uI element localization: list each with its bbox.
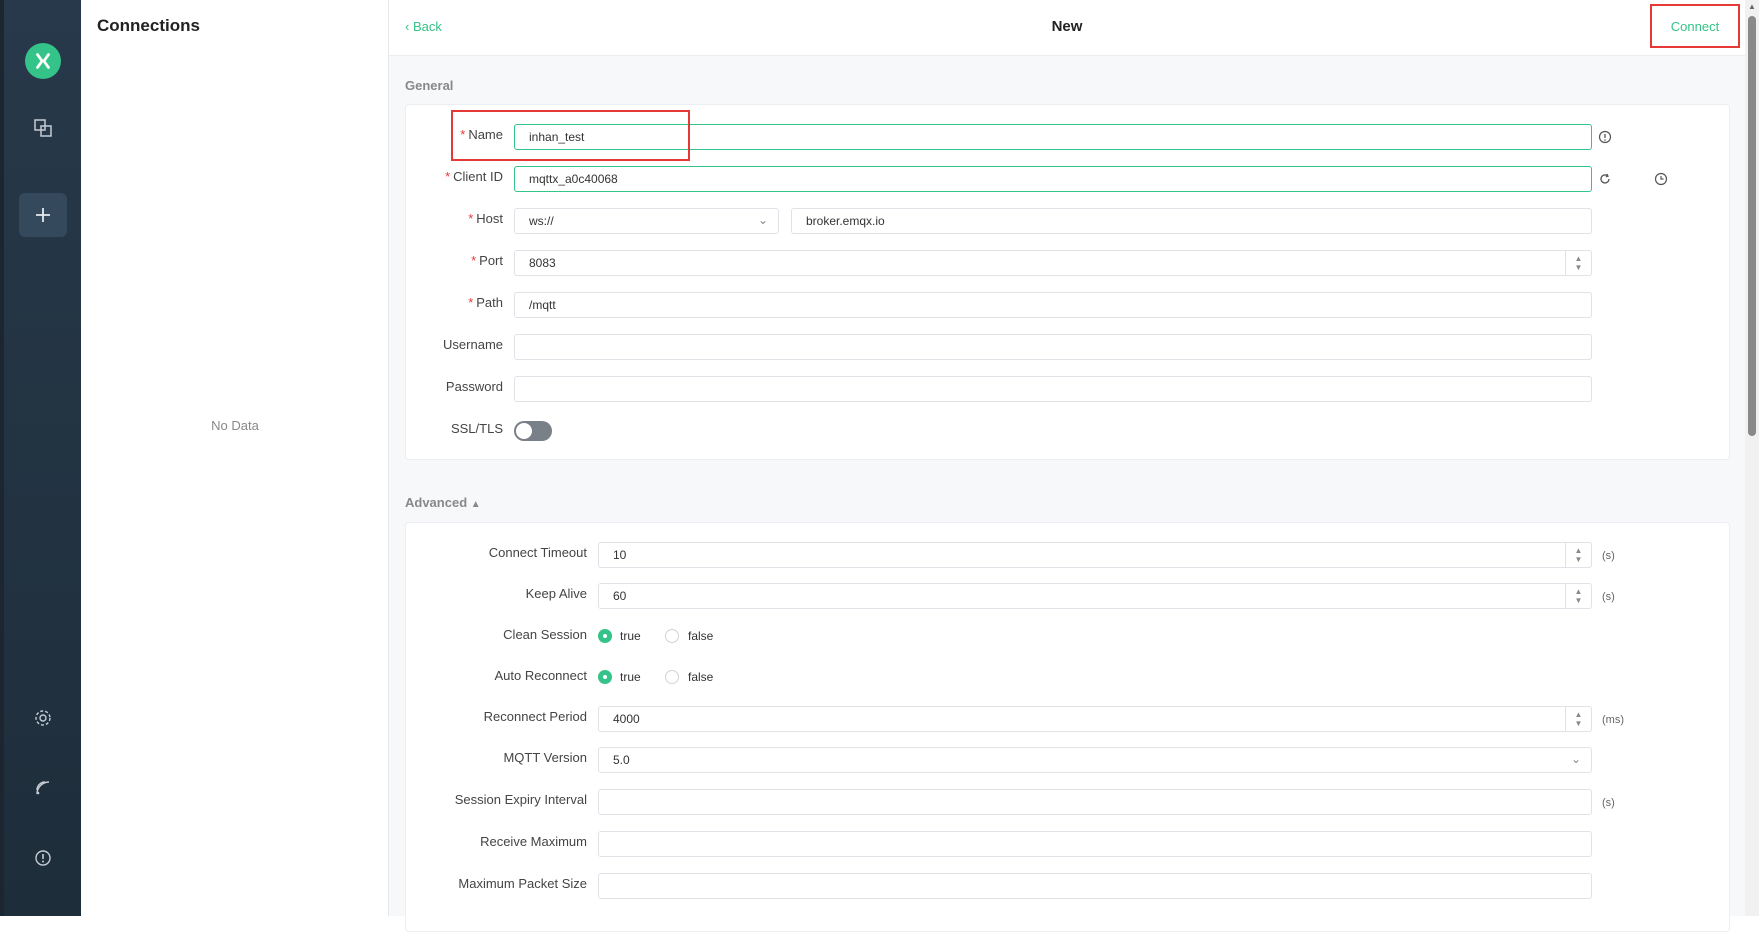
max-packet-size-label: Maximum Packet Size [458, 876, 587, 891]
username-input[interactable] [514, 334, 1592, 360]
password-input[interactable] [514, 376, 1592, 402]
password-label: Password [445, 379, 503, 394]
logo-icon[interactable] [25, 43, 61, 79]
connect-button[interactable]: Connect [1650, 4, 1740, 48]
max-packet-size-input[interactable] [598, 873, 1592, 899]
auto-reconnect-false-label: false [688, 670, 714, 684]
connections-panel: Connections No Data [81, 0, 389, 916]
form-header: ‹ Back New Connect [389, 0, 1745, 56]
general-card: * Name inhan_test * Client ID mqttx_a0c400… [405, 104, 1730, 460]
scrollbar-thumb[interactable] [1748, 16, 1756, 436]
connect-timeout-label: Connect Timeout [488, 545, 587, 560]
port-input[interactable]: 8083 ▲ ▼ [514, 250, 1592, 276]
chevron-down-icon: ⌄ [757, 213, 768, 227]
caret-up-icon: ▲ [470, 499, 481, 510]
host-input[interactable]: broker.emqx.io [791, 208, 1592, 234]
chevron-down-icon: ⌄ [1570, 752, 1581, 766]
scrollbar[interactable]: ▲ [1745, 0, 1759, 916]
auto-reconnect-true-label: true [620, 670, 641, 684]
receive-maximum-label: Receive Maximum [480, 834, 587, 849]
info-icon[interactable] [1597, 129, 1613, 145]
icon-sidebar [4, 0, 81, 916]
scroll-up-icon[interactable]: ▲ [1748, 2, 1756, 11]
client-id-label: * Client ID [445, 169, 503, 184]
path-input[interactable]: /mqtt [514, 292, 1592, 318]
connect-timeout-unit: (s) [1602, 550, 1615, 562]
advanced-section-label[interactable]: Advanced ▲ [405, 495, 481, 510]
username-label: Username [443, 337, 503, 352]
empty-state-text: No Data [211, 418, 259, 433]
connect-timeout-input[interactable]: 10 ▲ ▼ [598, 542, 1592, 568]
reconnect-period-stepper[interactable]: ▲ ▼ [1565, 707, 1591, 731]
clock-icon[interactable] [1653, 171, 1669, 187]
receive-maximum-input[interactable] [598, 831, 1592, 857]
reconnect-period-input[interactable]: 4000 ▲ ▼ [598, 706, 1592, 732]
ssl-label: SSL/TLS [450, 421, 503, 436]
session-expiry-input[interactable] [598, 789, 1592, 815]
keep-alive-input[interactable]: 60 ▲ ▼ [598, 583, 1592, 609]
auto-reconnect-label: Auto Reconnect [494, 668, 587, 683]
name-input[interactable]: inhan_test [514, 124, 1592, 150]
connection-form: ‹ Back New Connect General * Name inhan_t… [389, 0, 1745, 932]
clean-session-false-label: false [688, 629, 714, 643]
port-label: * Port [471, 253, 503, 268]
general-section-label: General [405, 78, 454, 93]
keep-alive-stepper[interactable]: ▲ ▼ [1565, 584, 1591, 608]
protocol-select[interactable]: ws:// ⌄ [514, 208, 779, 234]
client-id-input[interactable]: mqttx_a0c40068 [514, 166, 1592, 192]
clean-session-label: Clean Session [503, 627, 587, 642]
reconnect-period-label: Reconnect Period [483, 709, 587, 724]
ssl-toggle[interactable] [514, 421, 552, 441]
log-icon[interactable] [23, 768, 63, 808]
host-label: * Host [468, 211, 503, 226]
clean-session-false-radio[interactable] [665, 629, 679, 643]
auto-reconnect-false-radio[interactable] [665, 670, 679, 684]
mqtt-version-label: MQTT Version [503, 750, 587, 765]
add-icon[interactable] [19, 193, 67, 237]
name-label: * Name [460, 127, 503, 142]
clean-session-true-label: true [620, 629, 641, 643]
path-label: * Path [468, 295, 503, 310]
page-title: New [1051, 18, 1083, 35]
mqtt-version-select[interactable]: 5.0 ⌄ [598, 747, 1592, 773]
auto-reconnect-true-radio[interactable] [598, 670, 612, 684]
connections-title: Connections [97, 16, 200, 35]
about-icon[interactable] [23, 838, 63, 878]
port-stepper[interactable]: ▲ ▼ [1565, 251, 1591, 275]
settings-icon[interactable] [23, 698, 63, 738]
reconnect-period-unit: (ms) [1602, 714, 1624, 726]
session-expiry-label: Session Expiry Interval [454, 792, 587, 807]
keep-alive-unit: (s) [1602, 591, 1615, 603]
clean-session-true-radio[interactable] [598, 629, 612, 643]
keep-alive-label: Keep Alive [525, 586, 587, 601]
connections-icon[interactable] [23, 108, 63, 148]
session-expiry-unit: (s) [1602, 797, 1615, 809]
advanced-card: Connect Timeout 10 ▲ ▼ (s) Keep Alive 60 … [405, 522, 1730, 932]
connect-timeout-stepper[interactable]: ▲ ▼ [1565, 543, 1591, 567]
refresh-icon[interactable] [1597, 171, 1613, 187]
